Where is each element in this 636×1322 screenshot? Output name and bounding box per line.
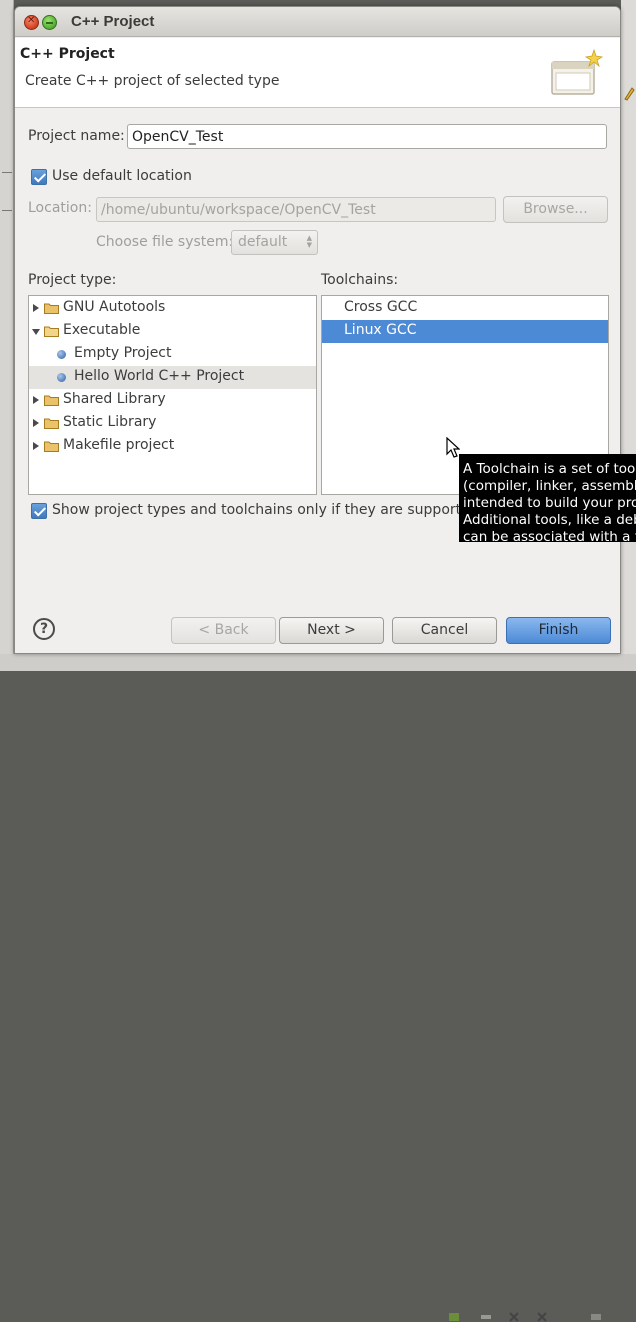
tree-item-shared-library[interactable]: Shared Library (29, 389, 316, 412)
collapse-arrow-icon[interactable] (32, 329, 40, 335)
browse-button[interactable]: Browse... (503, 196, 608, 223)
window-close-button[interactable] (24, 15, 39, 30)
side-marker (2, 210, 12, 211)
background-window-edge-right (621, 0, 636, 671)
expand-arrow-icon[interactable] (33, 419, 39, 427)
file-system-select[interactable]: default ▲ ▼ (231, 230, 318, 255)
background-window-edge-left (0, 0, 14, 671)
file-system-value: default (238, 234, 288, 250)
next-button[interactable]: Next > (279, 617, 384, 644)
spinner-arrows-icon: ▲ ▼ (306, 234, 312, 249)
project-type-tree[interactable]: GNU Autotools Executable Empty Project H… (28, 295, 317, 495)
expand-arrow-icon[interactable] (33, 304, 39, 312)
new-project-wizard-icon (551, 48, 604, 95)
tooltip-line: can be associated with a to (463, 529, 636, 542)
window-minimize-button[interactable] (42, 15, 57, 30)
tooltip-line: Additional tools, like a deb (463, 512, 636, 528)
folder-open-icon (44, 326, 59, 337)
project-template-icon (57, 373, 66, 382)
project-name-input[interactable] (127, 124, 607, 149)
close-icon (537, 1312, 547, 1322)
close-icon (509, 1312, 519, 1322)
project-name-label: Project name: (28, 128, 125, 144)
cpp-project-dialog: C++ Project C++ Project Create C++ proje… (14, 6, 621, 654)
toolchains-label: Toolchains: (321, 272, 399, 288)
show-supported-only-checkbox[interactable] (31, 503, 47, 519)
project-template-icon (57, 350, 66, 359)
expand-arrow-icon[interactable] (33, 442, 39, 450)
tooltip-line: intended to build your pro (463, 495, 636, 511)
help-icon[interactable]: ? (33, 618, 55, 640)
cancel-button[interactable]: Cancel (392, 617, 497, 644)
back-button[interactable]: < Back (171, 617, 276, 644)
tree-item-gnu-autotools[interactable]: GNU Autotools (29, 297, 316, 320)
toolchain-tooltip: A Toolchain is a set of tool (compiler, … (459, 454, 636, 542)
show-supported-only-label: Show project types and toolchains only i… (52, 502, 479, 518)
wizard-header: C++ Project Create C++ project of select… (15, 38, 620, 108)
status-icon (591, 1314, 601, 1320)
mouse-cursor-icon (446, 437, 460, 458)
window-title: C++ Project (71, 13, 155, 30)
page-title: C++ Project (20, 46, 115, 62)
folder-icon (44, 303, 59, 314)
tree-item-executable[interactable]: Executable (29, 320, 316, 343)
title-bar: C++ Project (15, 7, 620, 37)
toolchain-item-linux-gcc[interactable]: Linux GCC (322, 320, 608, 343)
tooltip-line: A Toolchain is a set of tool (463, 461, 636, 477)
project-type-label: Project type: (28, 272, 117, 288)
status-icon (449, 1313, 459, 1321)
side-marker (2, 172, 12, 173)
use-default-location-checkbox[interactable] (31, 169, 47, 185)
file-system-label: Choose file system: (96, 234, 234, 250)
tree-item-hello-world-cpp-project[interactable]: Hello World C++ Project (29, 366, 316, 389)
folder-icon (44, 418, 59, 429)
use-default-location-label: Use default location (52, 168, 192, 184)
folder-icon (44, 441, 59, 452)
status-icon (481, 1315, 491, 1319)
expand-arrow-icon[interactable] (33, 396, 39, 404)
location-label: Location: (28, 200, 92, 216)
tree-item-empty-project[interactable]: Empty Project (29, 343, 316, 366)
page-description: Create C++ project of selected type (25, 73, 280, 89)
folder-icon (44, 395, 59, 406)
tooltip-line: (compiler, linker, assemble (463, 478, 636, 494)
pencil-icon (624, 87, 635, 101)
toolchain-item-cross-gcc[interactable]: Cross GCC (322, 297, 608, 320)
location-input[interactable] (96, 197, 496, 222)
tree-item-static-library[interactable]: Static Library (29, 412, 316, 435)
finish-button[interactable]: Finish (506, 617, 611, 644)
background-status-bar (0, 654, 636, 1322)
tree-item-makefile-project[interactable]: Makefile project (29, 435, 316, 458)
